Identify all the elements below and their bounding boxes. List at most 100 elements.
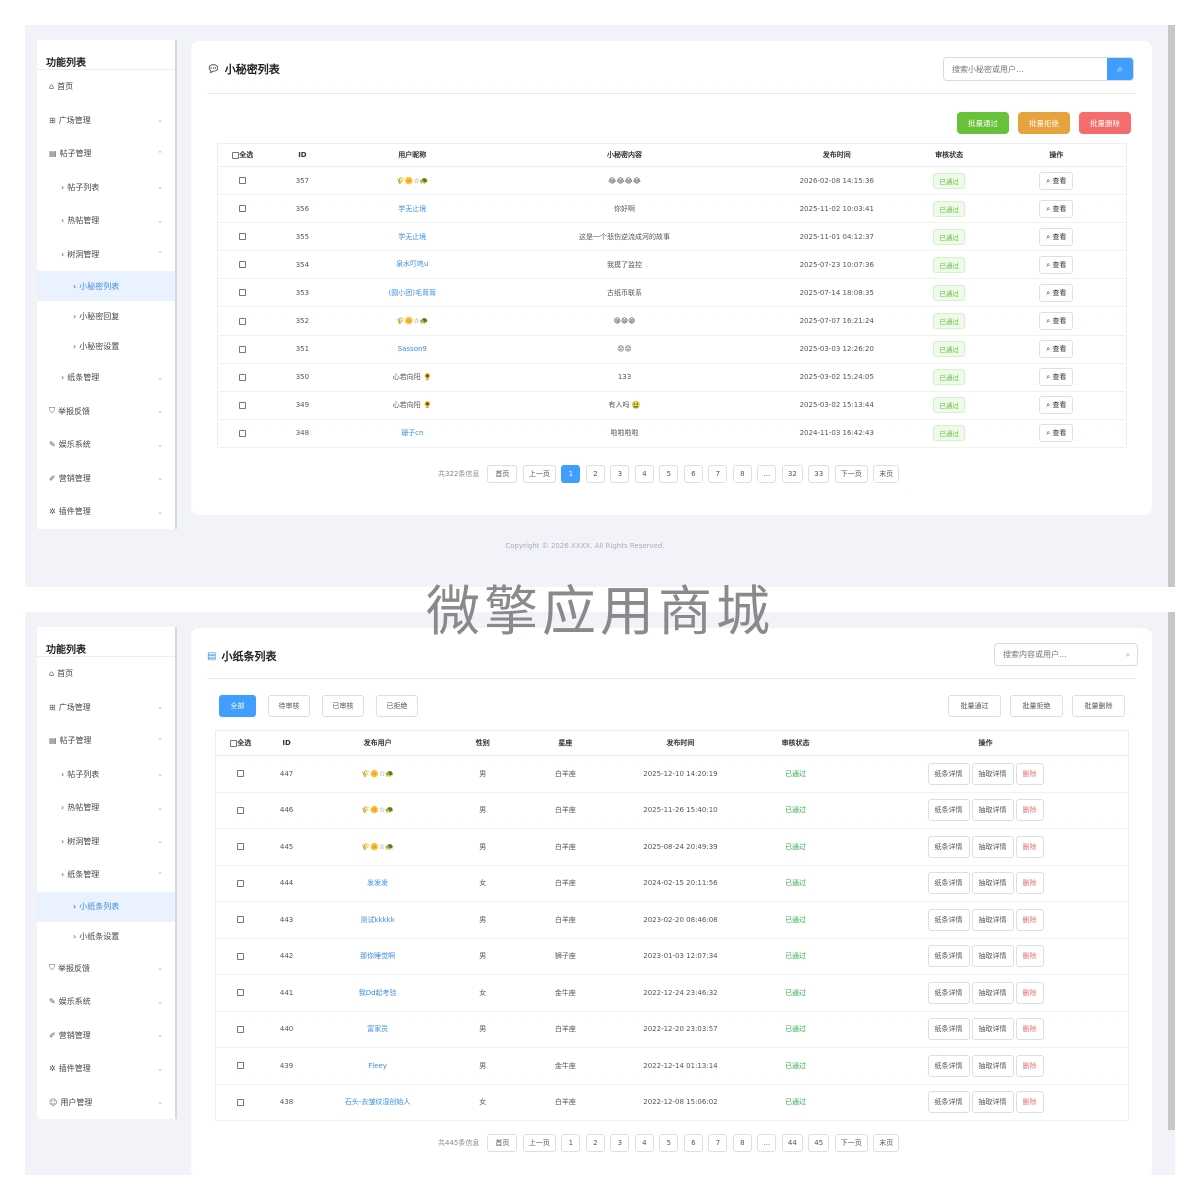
row-checkbox[interactable] [237,916,245,924]
page-button[interactable]: 8 [732,465,752,483]
sidebar-item[interactable]: › 小秘密设置 [37,331,175,361]
note-detail-button[interactable]: 纸条详情 [927,1054,970,1077]
row-checkbox[interactable] [237,843,245,851]
sidebar-item[interactable]: › 小纸条列表 [37,891,175,922]
row-checkbox[interactable] [239,373,247,381]
batch-approve-button[interactable]: 批量通过 [957,112,1009,134]
view-button[interactable]: ⌕ 查看 [1039,199,1074,218]
page-button[interactable]: ... [757,465,777,483]
row-checkbox[interactable] [239,345,247,353]
filter-reviewed[interactable]: 已审核 [322,695,364,717]
row-checkbox[interactable] [239,233,247,241]
delete-button[interactable]: 删除 [1015,1054,1044,1077]
note-detail-button[interactable]: 纸条详情 [927,908,970,931]
search-button[interactable]: ⌕ [1107,58,1133,80]
sidebar-item[interactable]: › 热帖管理 ⌄ [37,791,175,825]
row-user-link[interactable]: 我Dd起考验 [359,989,397,997]
sidebar-item[interactable]: › 树洞管理 ⌄ [37,825,175,859]
sidebar-item[interactable]: ☺ 用户管理 ⌄ [37,1086,175,1120]
row-user-link[interactable]: 学无止境 [398,233,426,241]
next-page-button[interactable]: 下一页 [834,465,868,483]
row-checkbox[interactable] [239,177,247,185]
batch-delete-button[interactable]: 批量删除 [1072,695,1125,717]
row-user-link[interactable]: 发发发 [367,879,388,887]
delete-button[interactable]: 删除 [1015,799,1044,822]
search-icon[interactable]: ⌕ [1119,650,1137,660]
row-checkbox[interactable] [239,205,247,213]
draw-detail-button[interactable]: 抽取详情 [971,762,1014,785]
prev-page-button[interactable]: 上一页 [522,1134,556,1152]
sidebar-item[interactable]: ✎ 娱乐系统 ⌄ [37,985,175,1019]
row-user-link[interactable]: 🌾🌼☆🐢 [361,806,393,814]
sidebar-item[interactable]: ⊞ 广场管理 ⌄ [37,691,175,725]
page-button[interactable]: 44 [781,1134,803,1152]
row-user-link[interactable]: 心若向阳 🌻 [393,401,432,409]
page-button[interactable]: 3 [610,1134,630,1152]
select-all-header[interactable]: 全选 [217,143,268,167]
sidebar-item[interactable]: › 帖子列表 ⌄ [37,171,175,205]
draw-detail-button[interactable]: 抽取详情 [971,835,1014,858]
sidebar-item[interactable]: › 热帖管理 ⌄ [37,204,175,238]
note-detail-button[interactable]: 纸条详情 [927,981,970,1004]
draw-detail-button[interactable]: 抽取详情 [971,981,1014,1004]
row-checkbox[interactable] [237,1025,245,1033]
batch-reject-button[interactable]: 批量拒绝 [1010,695,1063,717]
page-button[interactable]: 2 [585,1134,605,1152]
row-checkbox[interactable] [237,989,245,997]
row-user-link[interactable]: 石头-去皱纹湿创始人 [345,1098,411,1106]
view-button[interactable]: ⌕ 查看 [1039,171,1074,190]
page-button[interactable]: 5 [659,465,679,483]
sidebar-item[interactable]: › 小纸条设置 [37,922,175,952]
sidebar-item[interactable]: ⊞ 广场管理 ⌄ [37,104,175,138]
draw-detail-button[interactable]: 抽取详情 [971,1018,1014,1041]
note-detail-button[interactable]: 纸条详情 [927,945,970,968]
sidebar-item[interactable]: ▤ 帖子管理 ⌃ [37,137,175,171]
draw-detail-button[interactable]: 抽取详情 [971,1054,1014,1077]
page-button[interactable]: ... [757,1134,777,1152]
view-button[interactable]: ⌕ 查看 [1039,424,1074,443]
view-button[interactable]: ⌕ 查看 [1039,283,1074,302]
last-page-button[interactable]: 末页 [873,1134,900,1152]
batch-approve-button[interactable]: 批量通过 [948,695,1001,717]
row-checkbox[interactable] [239,289,247,297]
note-detail-button[interactable]: 纸条详情 [927,835,970,858]
page-button[interactable]: 1 [561,1134,581,1152]
select-all-header[interactable]: 全选 [215,730,266,756]
row-user-link[interactable]: 🌾🌼☆🐢 [361,843,393,851]
batch-delete-button[interactable]: 批量删除 [1079,112,1131,134]
page-button[interactable]: 2 [585,465,605,483]
sidebar-item[interactable]: ✎ 娱乐系统 ⌄ [37,428,175,462]
page-button[interactable]: 4 [634,465,654,483]
page-button[interactable]: 8 [732,1134,752,1152]
row-user-link[interactable]: Sasson9 [398,345,427,353]
delete-button[interactable]: 删除 [1015,872,1044,895]
page-button[interactable]: 5 [659,1134,679,1152]
page-button[interactable]: 45 [808,1134,830,1152]
view-button[interactable]: ⌕ 查看 [1039,340,1074,359]
row-user-link[interactable]: 心若向阳 🌻 [393,373,432,381]
row-user-link[interactable]: 那你睡觉啊 [360,952,395,960]
page-button[interactable]: 7 [708,465,728,483]
note-detail-button[interactable]: 纸条详情 [927,1018,970,1041]
sidebar-item[interactable]: ⛉ 举报反馈 ⌄ [37,395,175,429]
sidebar-item[interactable]: ✲ 插件管理 ⌄ [37,495,175,529]
row-checkbox[interactable] [239,261,247,269]
page-button[interactable]: 7 [708,1134,728,1152]
search-input[interactable] [944,58,1107,80]
view-button[interactable]: ⌕ 查看 [1039,396,1074,415]
row-checkbox[interactable] [237,952,245,960]
filter-rejected[interactable]: 已拒绝 [376,695,418,717]
page-button[interactable]: 3 [610,465,630,483]
row-checkbox[interactable] [237,1098,245,1106]
row-user-link[interactable]: 🌾🌼☆🐢 [361,770,393,778]
note-detail-button[interactable]: 纸条详情 [927,799,970,822]
page-button[interactable]: 33 [808,465,830,483]
delete-button[interactable]: 删除 [1015,1091,1044,1114]
view-button[interactable]: ⌕ 查看 [1039,227,1074,246]
sidebar-item[interactable]: ⌂ 首页 [37,657,175,691]
row-user-link[interactable]: 🌾🌼☆🐢 [396,177,428,185]
sidebar-item[interactable]: ✐ 营销管理 ⌄ [37,462,175,496]
view-button[interactable]: ⌕ 查看 [1039,255,1074,274]
note-detail-button[interactable]: 纸条详情 [927,1091,970,1114]
draw-detail-button[interactable]: 抽取详情 [971,872,1014,895]
